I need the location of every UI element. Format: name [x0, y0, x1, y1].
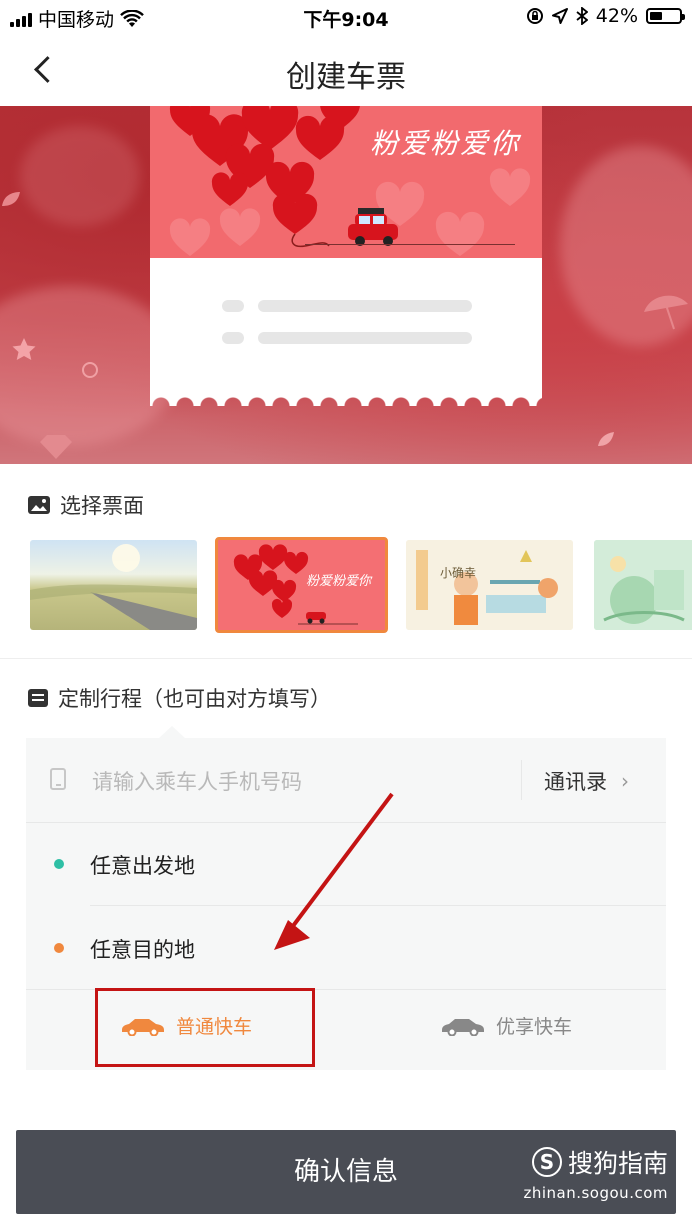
- ticket-body: [150, 258, 542, 394]
- trip-title: 定制行程（也可由对方填写）: [58, 687, 331, 711]
- hearts-thumb-title: 粉爱粉爱你: [306, 574, 372, 589]
- ticket-face-thumb-cafe[interactable]: 小确幸: [406, 540, 573, 630]
- departure-dot-icon: [54, 859, 64, 869]
- green-illustration-image: [594, 540, 692, 630]
- cafe-illustration-image: [406, 540, 573, 630]
- ticket-header: 粉爱粉爱你: [150, 106, 542, 258]
- contacts-separator: [521, 760, 522, 800]
- list-icon: [28, 689, 48, 707]
- car-option-premium-label: 优享快车: [496, 1016, 573, 1038]
- star-icon: [12, 338, 36, 360]
- car-icon: [442, 1018, 484, 1036]
- status-right: 42%: [526, 5, 685, 27]
- rotation-lock-icon: [526, 8, 543, 24]
- battery-fill: [650, 12, 662, 20]
- watermark-brand: S 搜狗指南: [523, 1144, 668, 1180]
- placeholder-bar: [258, 300, 472, 312]
- section-divider: [0, 658, 692, 659]
- placeholder-bar: [222, 300, 244, 312]
- sogou-logo-icon: S: [531, 1147, 562, 1177]
- choose-face-header: 选择票面: [28, 490, 144, 520]
- cafe-thumb-title: 小确幸: [440, 566, 477, 580]
- ticket-face-thumb-green[interactable]: [594, 540, 692, 630]
- car-option-premium[interactable]: 优享快车: [440, 1012, 572, 1039]
- ticket-card: 粉爱粉爱你: [150, 106, 542, 406]
- contacts-label: 通讯录: [544, 770, 607, 794]
- location-icon: [551, 8, 568, 24]
- ticket-road-line: [305, 244, 515, 245]
- trip-header: 定制行程（也可由对方填写）: [28, 683, 331, 713]
- road-landscape-image: [30, 544, 197, 630]
- diamond-icon: [40, 435, 72, 459]
- ticket-face-thumb-road[interactable]: [30, 540, 197, 630]
- status-bar: 中国移动 下午9:04 42%: [0, 0, 692, 34]
- departure-label: 任意出发地: [90, 854, 195, 878]
- phone-icon: [50, 768, 66, 790]
- page-title: 创建车票: [286, 60, 406, 95]
- leaf-icon-right: [598, 432, 614, 446]
- umbrella-icon: [644, 295, 688, 330]
- battery-icon: [646, 8, 685, 24]
- circle-outline-icon: [82, 362, 98, 378]
- ticket-preview-area: 粉爱粉爱你: [0, 106, 692, 464]
- ticket-face-thumb-hearts[interactable]: 粉爱粉爱你: [215, 537, 388, 633]
- leaf-icon: [2, 192, 20, 206]
- placeholder-bar: [222, 332, 244, 344]
- watermark: S 搜狗指南 zhinan.sogou.com: [523, 1144, 668, 1202]
- contacts-button[interactable]: 通讯录 ›: [544, 766, 629, 796]
- ticket-title: 粉爱粉爱你: [369, 127, 520, 160]
- nav-bar: 创建车票: [0, 34, 692, 106]
- watermark-brand-text: 搜狗指南: [567, 1149, 668, 1178]
- destination-label: 任意目的地: [90, 938, 195, 962]
- image-icon: [28, 496, 50, 514]
- battery-percent: 42%: [595, 5, 638, 27]
- annotation-arrow: [274, 792, 394, 950]
- destination-dot-icon: [54, 943, 64, 953]
- choose-face-title: 选择票面: [60, 494, 144, 518]
- annotation-box: [95, 988, 315, 1067]
- placeholder-bar: [258, 332, 472, 344]
- bluetooth-icon: [576, 7, 588, 25]
- watermark-url: zhinan.sogou.com: [523, 1184, 668, 1202]
- ticket-perforation: [150, 392, 542, 406]
- chevron-right-icon: ›: [621, 769, 629, 793]
